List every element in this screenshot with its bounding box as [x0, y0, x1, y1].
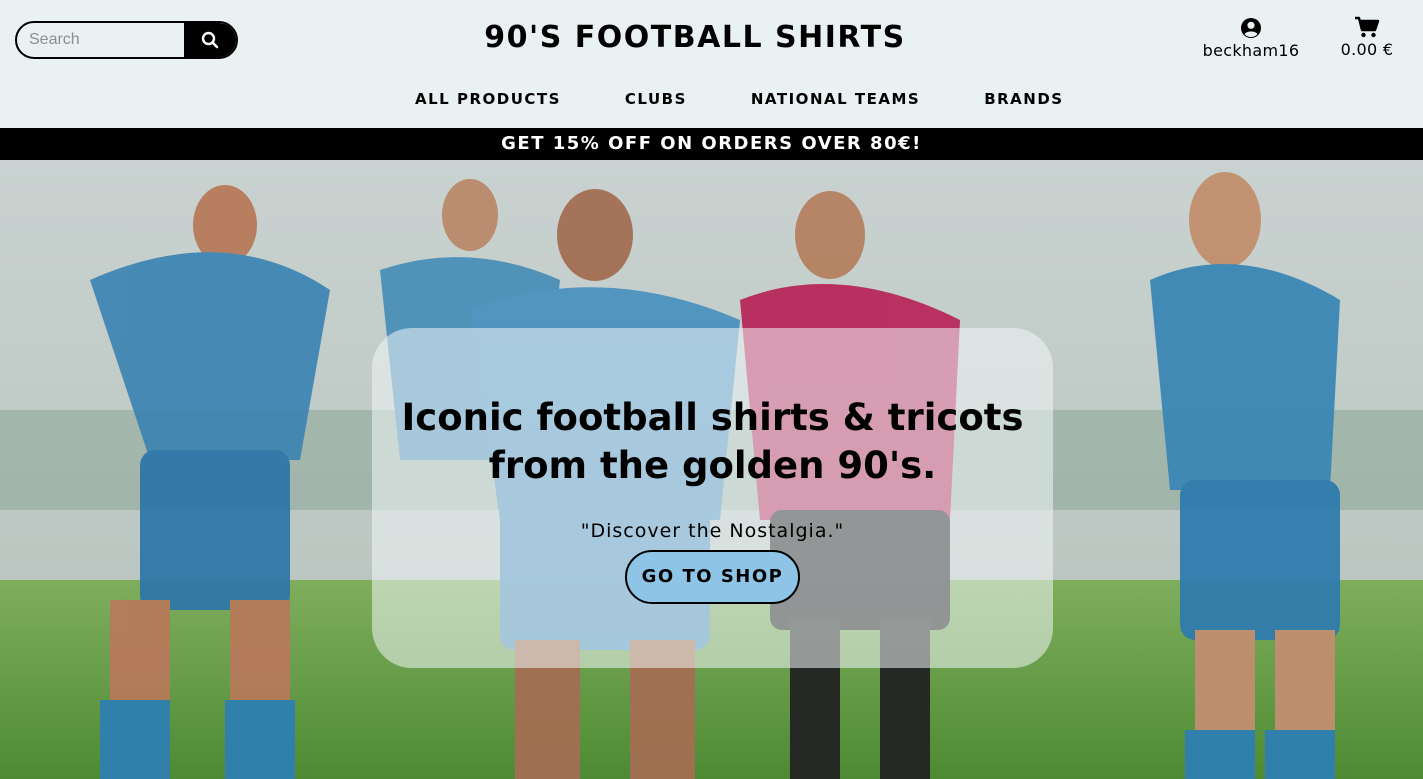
- cart-total: 0.00 €: [1340, 40, 1394, 59]
- hero-headline: Iconic football shirts & tricots from th…: [401, 396, 1024, 487]
- main-nav: ALL PRODUCTS CLUBS NATIONAL TEAMS BRANDS: [383, 90, 1096, 108]
- nav-item-all-products[interactable]: ALL PRODUCTS: [383, 90, 593, 108]
- account-username: beckham16: [1202, 41, 1300, 60]
- hero-section: Iconic football shirts & tricots from th…: [0, 160, 1423, 779]
- shopping-cart-icon: [1355, 16, 1380, 38]
- site-title[interactable]: 90'S FOOTBALL SHIRTS: [0, 20, 1390, 55]
- hero-tagline: "Discover the Nostalgia.": [580, 520, 845, 542]
- user-circle-icon: [1241, 18, 1261, 38]
- go-to-shop-button[interactable]: GO TO SHOP: [625, 550, 800, 604]
- cart-link[interactable]: 0.00 €: [1322, 16, 1412, 59]
- hero-overlay-card: Iconic football shirts & tricots from th…: [372, 328, 1053, 668]
- nav-item-clubs[interactable]: CLUBS: [593, 90, 719, 108]
- site-header: 90'S FOOTBALL SHIRTS beckham16 0.00 € AL…: [0, 0, 1423, 128]
- nav-item-brands[interactable]: BRANDS: [952, 90, 1095, 108]
- account-link[interactable]: beckham16: [1196, 17, 1306, 60]
- nav-item-national-teams[interactable]: NATIONAL TEAMS: [719, 90, 952, 108]
- promo-banner: GET 15% OFF ON ORDERS OVER 80€!: [0, 128, 1423, 160]
